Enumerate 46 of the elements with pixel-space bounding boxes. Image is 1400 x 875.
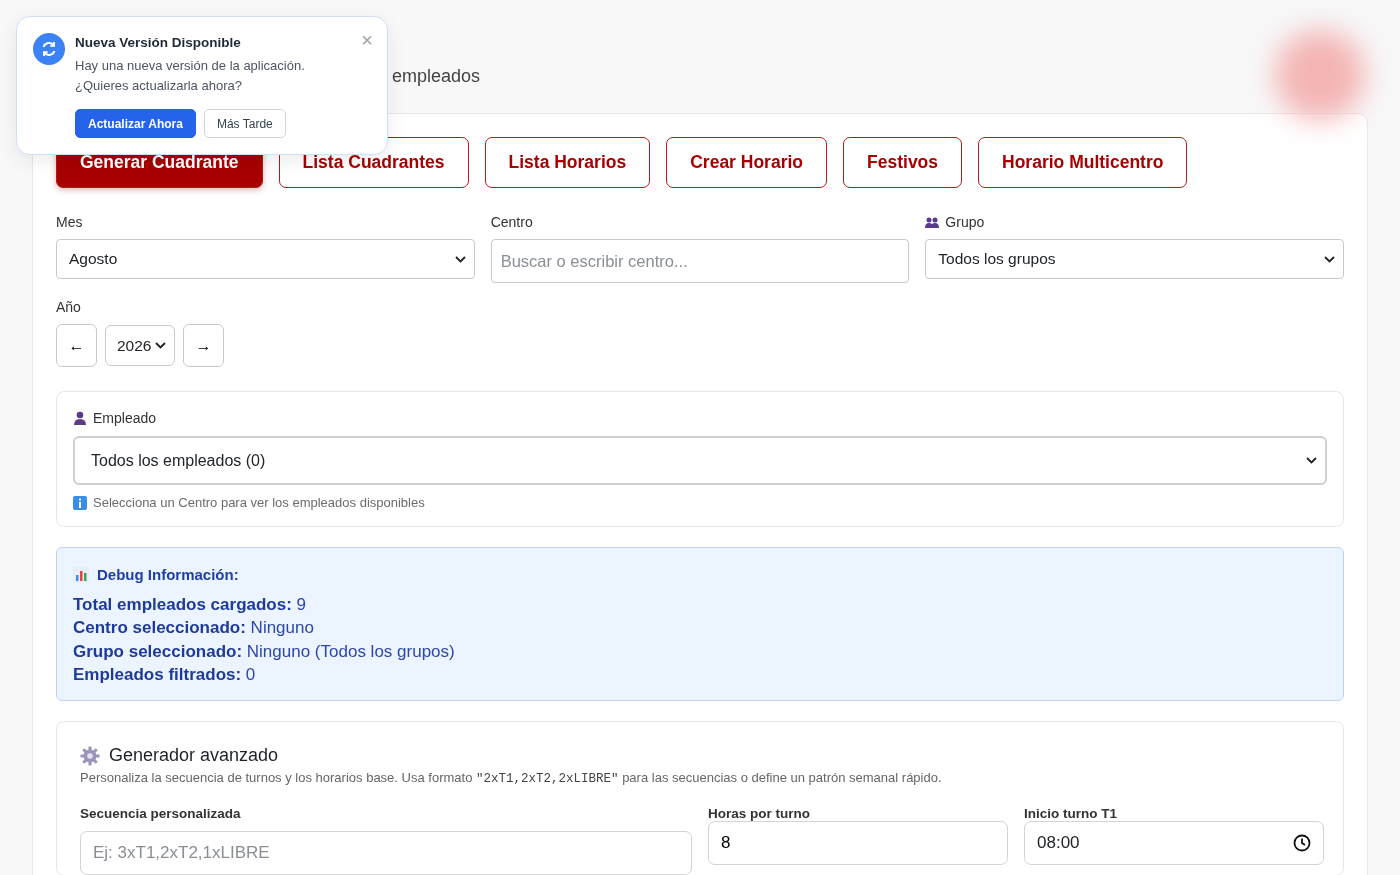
person-icon (73, 411, 87, 425)
time-field[interactable]: 08:00 (1024, 821, 1324, 866)
chevron-icon (155, 342, 166, 349)
field-label: Año (56, 299, 81, 315)
debug-line: Centro seleccionado: Ninguno (73, 617, 315, 640)
sequence-field[interactable]: Ej: 3xT1,2xT2,1xLIBRE (80, 831, 692, 875)
previous-year-button[interactable]: ← (56, 324, 97, 367)
year-select[interactable]: 2026 (105, 325, 175, 366)
hint-text: Selecciona un Centro para ver los empleados disponibles (93, 495, 425, 510)
nav-button[interactable]: Festivos (843, 137, 963, 188)
section-title: Generador avanzado (109, 745, 279, 767)
update-button[interactable]: Actualizar Ahora (75, 109, 196, 138)
employee-select[interactable]: Todos los empleados (0) (73, 436, 1327, 485)
nav-button[interactable]: Crear Horario (666, 137, 828, 188)
notification-title: Nueva Versión Disponible (75, 35, 242, 50)
next-year-button[interactable]: → (183, 324, 224, 367)
field-label: Horas por turno (708, 806, 811, 822)
chevron-icon (1324, 255, 1335, 263)
field-label: Secuencia personalizada (80, 806, 242, 822)
select-field[interactable]: Agosto (56, 239, 475, 279)
hours-field[interactable]: 8 (708, 821, 1008, 866)
chevron-icon (1306, 457, 1317, 464)
debug-line: Grupo seleccionado: Ninguno (Todos los grupos) (73, 640, 456, 663)
gear-icon (80, 745, 100, 766)
info-icon (73, 495, 87, 510)
select-field[interactable]: Todos los grupos (925, 239, 1344, 279)
field-label: Empleado (93, 410, 157, 426)
field-label: Mes (56, 214, 83, 230)
field-label: Grupo (945, 214, 985, 230)
field-label: Inicio turno T1 (1024, 806, 1118, 822)
page-subtitle: empleados (392, 66, 481, 87)
search-field[interactable]: Buscar o escribir centro... (490, 239, 910, 283)
field-label: Centro (490, 214, 533, 230)
later-button[interactable]: Más Tarde (203, 109, 286, 138)
bar-chart-icon (73, 566, 89, 583)
refresh-icon (33, 33, 65, 65)
chevron-icon (454, 255, 466, 263)
notification-message: Hay una nueva versión de la aplicación. ¿Quieres actualizarla ahora? (75, 57, 306, 95)
section-description: Personaliza la secuencia de turnos y los horarios base. Usa formato "2xT1,2xT2,2xLIBRE" para las secuencias o define un patrón semanal rápido. (80, 770, 943, 787)
debug-line: Total empleados cargados: 9 (73, 594, 308, 616)
people-icon (925, 216, 940, 228)
debug-line: Empleados filtrados: 0 (73, 663, 257, 686)
clock-icon (1293, 834, 1311, 853)
nav-button[interactable]: Lista Horarios (484, 137, 651, 188)
debug-title: Debug Información: (97, 566, 239, 583)
nav-button[interactable]: Horario Multicentro (978, 137, 1188, 188)
